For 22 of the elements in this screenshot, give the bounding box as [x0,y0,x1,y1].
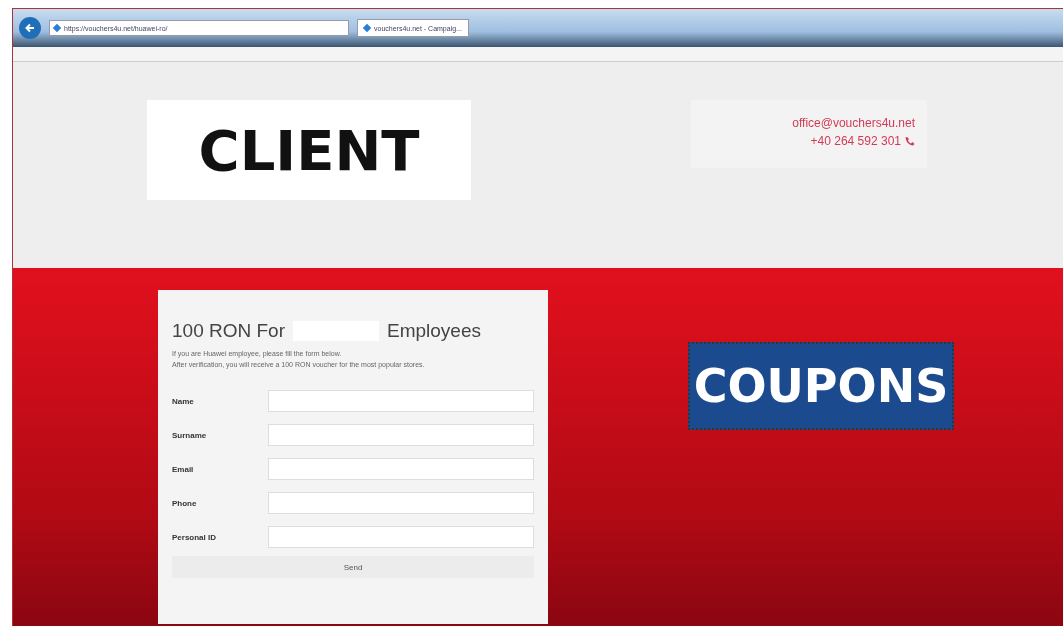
form-title: 100 RON For [172,320,285,342]
phone-number: +40 264 592 301 [810,134,915,148]
client-logo: CLIENT [147,100,471,200]
back-button[interactable] [19,17,41,39]
back-arrow-icon [24,22,36,34]
phone-icon [905,136,915,146]
send-button[interactable]: Send [172,556,534,578]
form-title: Employees [387,320,481,342]
field-label: Personal ID [172,532,216,542]
site-icon [362,23,372,33]
input-field[interactable] [268,424,534,446]
field-label: Surname [172,430,207,440]
field-label: Name [172,396,194,406]
input-field[interactable] [268,390,534,412]
field-label: Phone [172,498,197,508]
input-field[interactable] [268,458,534,480]
input-field[interactable] [268,492,534,514]
coupons-banner: COUPONS [688,342,954,430]
input-field[interactable] [268,526,534,548]
site-icon [52,23,62,33]
email-link[interactable]: office@vouchers4u.net [792,116,915,130]
field-label: Email [172,464,194,474]
